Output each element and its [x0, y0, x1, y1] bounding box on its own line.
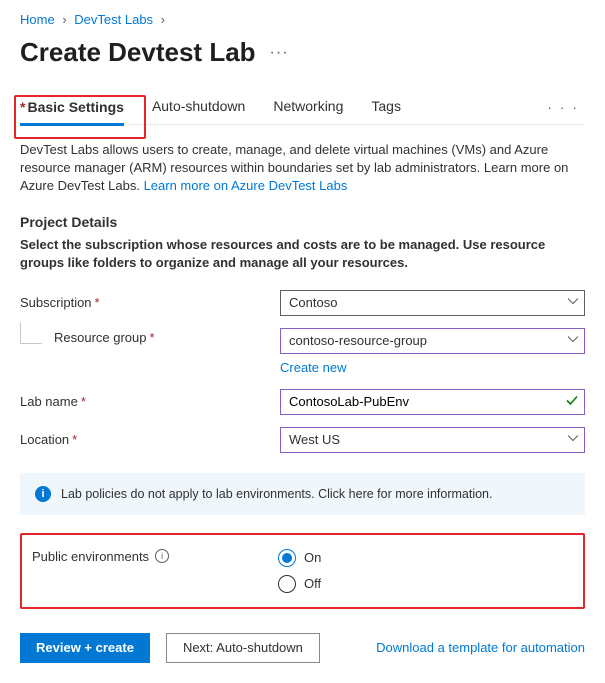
more-actions-button[interactable]: ···: [270, 44, 289, 62]
public-env-on-radio[interactable]: On: [278, 549, 321, 567]
resource-group-select[interactable]: contoso-resource-group: [280, 328, 585, 354]
review-create-button[interactable]: Review + create: [20, 633, 150, 663]
tabs: *Basic Settings Auto-shutdown Networking…: [20, 90, 585, 125]
breadcrumb-devtest[interactable]: DevTest Labs: [74, 12, 153, 27]
tree-indent-icon: [20, 322, 42, 344]
footer: Review + create Next: Auto-shutdown Down…: [20, 633, 585, 663]
project-details-desc: Select the subscription whose resources …: [20, 236, 585, 272]
subscription-select[interactable]: Contoso: [280, 290, 585, 316]
public-environments-radio-group: On Off: [278, 549, 321, 593]
tab-auto-shutdown[interactable]: Auto-shutdown: [152, 90, 245, 124]
lab-name-input[interactable]: [280, 389, 585, 415]
breadcrumb-home[interactable]: Home: [20, 12, 55, 27]
chevron-right-icon: ›: [62, 12, 66, 27]
public-environments-label: Public environments i: [32, 549, 278, 564]
intro-text: DevTest Labs allows users to create, man…: [20, 141, 585, 196]
next-button[interactable]: Next: Auto-shutdown: [166, 633, 320, 663]
info-banner[interactable]: i Lab policies do not apply to lab envir…: [20, 473, 585, 515]
resource-group-label: Resource group*: [54, 330, 155, 345]
download-template-link[interactable]: Download a template for automation: [368, 640, 585, 655]
public-environments-highlight: Public environments i On Off: [20, 533, 585, 609]
lab-name-label: Lab name*: [20, 394, 280, 409]
chevron-right-icon: ›: [161, 12, 165, 27]
info-circle-icon[interactable]: i: [155, 549, 169, 563]
tab-networking[interactable]: Networking: [273, 90, 343, 124]
breadcrumb: Home › DevTest Labs ›: [20, 12, 585, 27]
location-label: Location*: [20, 432, 280, 447]
subscription-label: Subscription*: [20, 295, 280, 310]
public-env-off-radio[interactable]: Off: [278, 575, 321, 593]
info-icon: i: [35, 486, 51, 502]
page-title: Create Devtest Lab: [20, 37, 256, 68]
tabs-more-button[interactable]: · · ·: [547, 99, 585, 115]
tab-tags[interactable]: Tags: [371, 90, 401, 124]
location-select[interactable]: West US: [280, 427, 585, 453]
tab-basic-settings[interactable]: *Basic Settings: [20, 91, 124, 125]
project-details-heading: Project Details: [20, 214, 585, 230]
checkmark-icon: [565, 393, 579, 410]
info-text: Lab policies do not apply to lab environ…: [61, 487, 492, 501]
create-new-link[interactable]: Create new: [280, 360, 346, 375]
intro-learn-more-link[interactable]: Learn more on Azure DevTest Labs: [144, 178, 348, 193]
